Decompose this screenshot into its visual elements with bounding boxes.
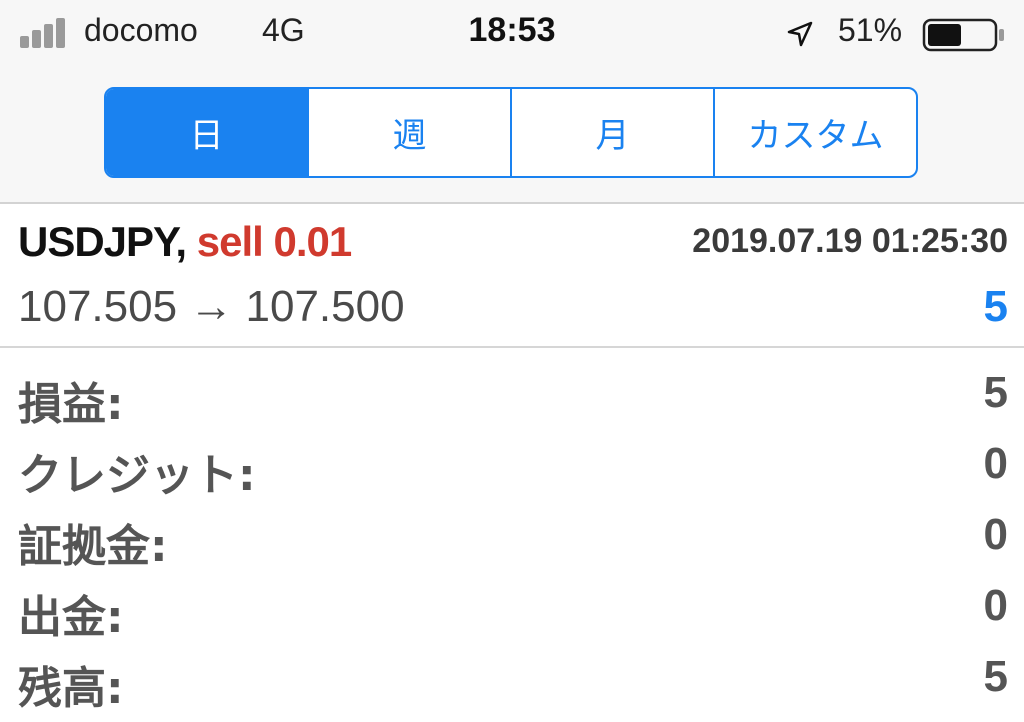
- summary-label: 残高:: [18, 663, 124, 714]
- summary-row: クレジット: 0: [0, 433, 1024, 504]
- segment-tab[interactable]: 週: [307, 89, 510, 176]
- summary-value: 5: [983, 368, 1008, 417]
- summary-row: 出金: 0: [0, 575, 1024, 646]
- segment-tab[interactable]: 日: [106, 89, 307, 176]
- segment-tab[interactable]: カスタム: [713, 89, 916, 176]
- trade-row[interactable]: USDJPY, sell 0.01 2019.07.19 01:25:30 10…: [0, 204, 1024, 348]
- summary-label: 証拠金:: [18, 521, 168, 572]
- trade-type: sell 0.01: [196, 218, 352, 265]
- segment-tab[interactable]: 月: [510, 89, 713, 176]
- period-segmented-control: 日週月カスタム: [104, 87, 918, 178]
- summary-label: 損益:: [18, 379, 124, 430]
- summary-label: クレジット:: [18, 450, 256, 501]
- summary-label: 出金:: [18, 592, 124, 643]
- summary-row: 証拠金: 0: [0, 504, 1024, 575]
- summary-value: 0: [983, 510, 1008, 559]
- screen: docomo 4G 18:53 51% 日週月カスタム USDJPY, sell…: [0, 0, 1024, 722]
- trade-symbol: USDJPY,: [18, 218, 187, 265]
- summary-value: 0: [983, 439, 1008, 488]
- trade-symbol-line: USDJPY, sell 0.01: [18, 218, 352, 266]
- trade-timestamp: 2019.07.19 01:25:30: [692, 222, 1008, 260]
- summary-row: 残高: 5: [0, 646, 1024, 717]
- top-area: docomo 4G 18:53 51% 日週月カスタム: [0, 0, 1024, 204]
- location-arrow-icon: [787, 21, 813, 47]
- status-bar: docomo 4G 18:53 51%: [0, 0, 1024, 66]
- summary-list: 損益: 5 クレジット: 0 証拠金: 0 出金: 0 残高: 5: [0, 362, 1024, 717]
- battery-icon: [922, 18, 1004, 52]
- summary-row: 損益: 5: [0, 362, 1024, 433]
- summary-value: 5: [983, 652, 1008, 701]
- trade-profit: 5: [983, 282, 1008, 331]
- battery-percent: 51%: [838, 12, 903, 48]
- trade-prices: 107.505 → 107.500: [18, 282, 405, 331]
- summary-value: 0: [983, 581, 1008, 630]
